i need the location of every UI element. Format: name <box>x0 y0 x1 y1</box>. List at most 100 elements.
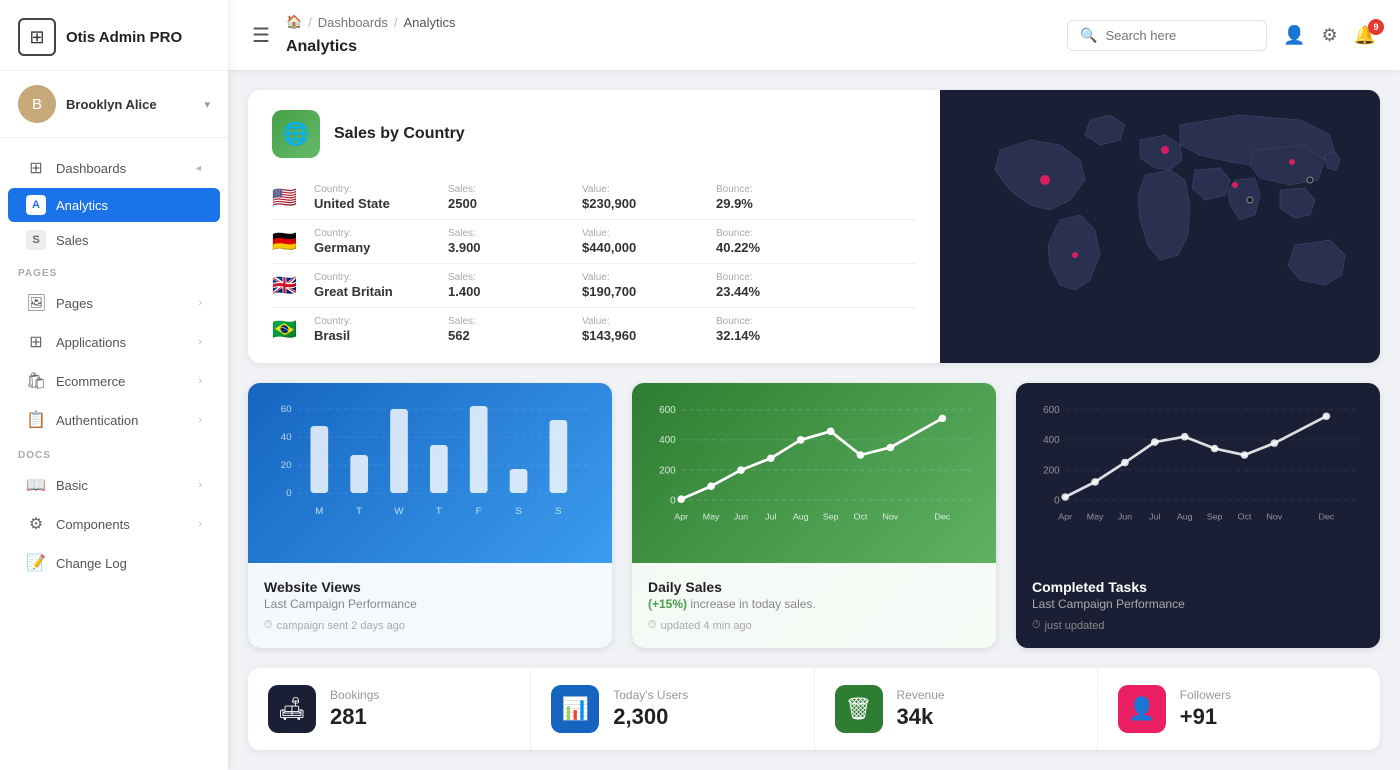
changelog-icon: 📝 <box>26 553 46 573</box>
table-row: 🇧🇷 Country: Brasil Sales: 562 Value: $14… <box>272 308 916 351</box>
country-col: Country: Germany <box>314 228 434 255</box>
dashboards-icon: ⊞ <box>26 158 46 178</box>
sidebar-item-components[interactable]: ⚙ Components › <box>8 505 220 543</box>
svg-text:M: M <box>315 507 323 517</box>
completed-tasks-footer: Completed Tasks Last Campaign Performanc… <box>1016 563 1380 648</box>
flag-icon: 🇬🇧 <box>272 273 300 298</box>
svg-text:400: 400 <box>1043 436 1060 447</box>
completed-tasks-subtitle: Last Campaign Performance <box>1032 597 1364 611</box>
stat-text: Revenue 34k <box>897 688 945 730</box>
svg-text:60: 60 <box>281 405 292 415</box>
svg-text:Apr: Apr <box>1058 512 1072 522</box>
sidebar-item-analytics[interactable]: A Analytics <box>8 188 220 222</box>
menu-toggle-icon[interactable]: ☰ <box>252 23 270 48</box>
breadcrumb: 🏠 / Dashboards / Analytics Analytics <box>286 14 661 56</box>
sidebar-item-sales-label: Sales <box>56 233 89 248</box>
search-box[interactable]: 🔍 <box>1067 20 1267 51</box>
breadcrumb-dashboards[interactable]: Dashboards <box>318 15 388 30</box>
clock-icon3: ⏱ <box>1032 619 1041 632</box>
logo-text: Otis Admin PRO <box>66 29 182 46</box>
svg-text:40: 40 <box>281 433 292 443</box>
stat-icon: 📊 <box>551 685 599 733</box>
sales-col: Sales: 562 <box>448 316 568 343</box>
sales-col: Sales: 3.900 <box>448 228 568 255</box>
value-col: Value: $143,960 <box>582 316 702 343</box>
settings-icon[interactable]: ⚙ <box>1321 25 1337 46</box>
page-title: Analytics <box>286 38 357 56</box>
sidebar-item-basic-label: Basic <box>56 478 88 493</box>
pages-section-label: PAGES <box>0 258 228 283</box>
svg-text:Nov: Nov <box>882 512 898 522</box>
svg-text:Nov: Nov <box>1266 512 1282 522</box>
daily-sales-card: 600 400 200 0 <box>632 383 996 648</box>
user-profile-icon[interactable]: 👤 <box>1283 25 1305 46</box>
stat-text: Followers +91 <box>1180 688 1231 730</box>
daily-sales-time: ⏱ updated 4 min ago <box>648 619 980 632</box>
svg-text:May: May <box>1087 512 1104 522</box>
svg-text:Aug: Aug <box>1177 512 1193 522</box>
sales-col: Sales: 1.400 <box>448 272 568 299</box>
country-col: Country: Brasil <box>314 316 434 343</box>
sidebar-item-ecommerce[interactable]: 🛍 Ecommerce › <box>8 362 220 400</box>
docs-section-label: DOCS <box>0 440 228 465</box>
daily-sales-chart-area: 600 400 200 0 <box>632 383 996 563</box>
basic-chevron-icon: › <box>198 479 202 491</box>
sidebar-item-dashboards[interactable]: ⊞ Dashboards ▾ <box>8 149 220 187</box>
sidebar-item-authentication[interactable]: 📋 Authentication › <box>8 401 220 439</box>
breadcrumb-row: 🏠 / Dashboards / Analytics <box>286 14 456 30</box>
user-chevron-icon: ▾ <box>204 98 210 111</box>
stat-icon: 🛋 <box>268 685 316 733</box>
components-icon: ⚙ <box>26 514 46 534</box>
sidebar-user[interactable]: B Brooklyn Alice ▾ <box>0 71 228 138</box>
completed-tasks-svg: 600 400 200 0 <box>1032 399 1364 539</box>
sidebar-item-sales[interactable]: S Sales <box>8 223 220 257</box>
stats-row: 🛋 Bookings 281 📊 Today's Users 2,300 🗑 R… <box>248 668 1380 750</box>
sidebar-item-authentication-label: Authentication <box>56 413 138 428</box>
authentication-icon: 📋 <box>26 410 46 430</box>
bounce-col: Bounce: 32.14% <box>716 316 836 343</box>
stat-item: 📊 Today's Users 2,300 <box>531 668 814 750</box>
svg-text:F: F <box>476 507 482 517</box>
daily-sales-subtitle: (+15%) increase in today sales. <box>648 597 980 611</box>
completed-tasks-time-label: just updated <box>1045 620 1105 632</box>
sidebar-item-basic[interactable]: 📖 Basic › <box>8 466 220 504</box>
website-views-subtitle: Last Campaign Performance <box>264 597 596 611</box>
value-col: Value: $230,900 <box>582 184 702 211</box>
clock-icon: ⏱ <box>264 619 273 632</box>
logo-icon: ⊞ <box>18 18 56 56</box>
sidebar-item-changelog-label: Change Log <box>56 556 127 571</box>
website-views-card: 60 40 20 0 <box>248 383 612 648</box>
stat-text: Bookings 281 <box>330 688 379 730</box>
website-views-time: ⏱ campaign sent 2 days ago <box>264 619 596 632</box>
stat-item: 👤 Followers +91 <box>1098 668 1380 750</box>
avatar: B <box>18 85 56 123</box>
daily-sales-subtitle-rest: increase in today sales. <box>690 597 815 611</box>
svg-text:Jun: Jun <box>734 512 748 522</box>
sidebar-item-dashboards-label: Dashboards <box>56 161 126 176</box>
stat-value: 281 <box>330 704 379 730</box>
completed-tasks-title: Completed Tasks <box>1032 579 1364 595</box>
applications-icon: ⊞ <box>26 332 46 352</box>
svg-text:T: T <box>436 507 442 517</box>
notification-badge: 9 <box>1368 19 1384 35</box>
sidebar-item-pages-label: Pages <box>56 296 93 311</box>
ecommerce-chevron-icon: › <box>198 375 202 387</box>
sidebar-item-changelog[interactable]: 📝 Change Log <box>8 544 220 582</box>
svg-text:B: B <box>32 96 42 113</box>
sales-card-header: 🌐 Sales by Country <box>272 110 916 158</box>
sidebar-item-pages[interactable]: 🖼 Pages › <box>8 284 220 322</box>
content-area: 🌐 Sales by Country 🇺🇸 Country: United St… <box>228 70 1400 770</box>
search-input[interactable] <box>1105 28 1254 43</box>
svg-text:200: 200 <box>1043 466 1060 477</box>
sales-card-right <box>940 90 1380 363</box>
notifications-icon[interactable]: 🔔 9 <box>1354 25 1376 46</box>
stat-value: 34k <box>897 704 945 730</box>
sidebar-item-applications[interactable]: ⊞ Applications › <box>8 323 220 361</box>
svg-text:Dec: Dec <box>935 512 951 522</box>
daily-sales-highlight: (+15%) <box>648 597 687 611</box>
svg-text:T: T <box>356 507 362 517</box>
dashboards-chevron-icon: ▾ <box>193 165 206 171</box>
svg-text:S: S <box>555 507 562 517</box>
sales-col: Sales: 2500 <box>448 184 568 211</box>
components-chevron-icon: › <box>198 518 202 530</box>
